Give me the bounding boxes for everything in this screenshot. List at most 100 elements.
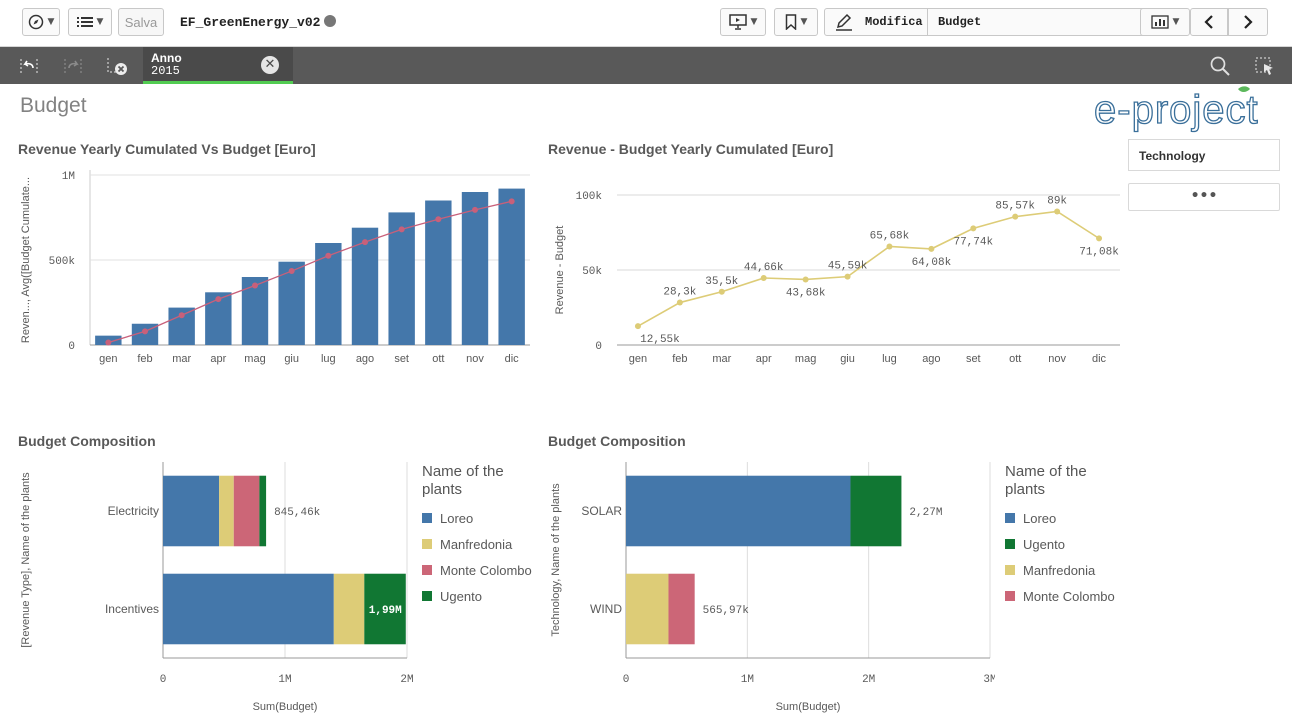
x-tick-label: gen <box>99 353 117 365</box>
search-icon[interactable] <box>1209 55 1231 77</box>
legend-item-monte-colombo[interactable]: Monte Colombo <box>422 557 532 583</box>
composition-revenue-type-chart[interactable]: 0 1M 2M Sum(Budget) [Revenue Type], Name of … <box>15 450 420 718</box>
budget-point-gen <box>105 339 112 346</box>
y-tick-label: 500k <box>49 256 76 268</box>
total-label: 565,97k <box>703 605 750 617</box>
legend-items: Loreo Ugento Manfredonia Monte Colombo <box>1005 505 1115 609</box>
data-label: 64,08k <box>912 257 952 269</box>
legend-swatch <box>422 565 432 575</box>
company-logo: e-project <box>1093 86 1259 133</box>
storytelling-button[interactable]: ▼ <box>720 8 766 36</box>
point-dic <box>1096 235 1103 242</box>
x-tick-label: nov <box>466 353 484 365</box>
budget-point-nov <box>472 206 478 213</box>
legend-item-manfredonia[interactable]: Manfredonia <box>1005 557 1115 583</box>
selections-bar: Anno 2015 ✕ <box>0 47 1292 84</box>
sheet-menu-button[interactable]: ▼ <box>1140 8 1190 36</box>
point-apr <box>760 275 767 282</box>
difference-line <box>637 210 1100 327</box>
app-overview-button[interactable]: ▼ <box>68 8 112 36</box>
legend-item-ugento[interactable]: Ugento <box>422 583 532 609</box>
category-label: Electricity <box>108 504 159 518</box>
x-tick-label: dic <box>505 353 520 365</box>
legend-item-loreo[interactable]: Loreo <box>1005 505 1115 531</box>
bookmark-icon <box>785 14 796 30</box>
x-tick-label: ott <box>1009 353 1021 365</box>
point-feb <box>676 299 683 306</box>
legend-item-monte-colombo[interactable]: Monte Colombo <box>1005 583 1115 609</box>
chart4-legend: Name of the plants Loreo Ugento Manfredoni… <box>1005 463 1115 609</box>
x-tick-label: 0 <box>623 674 630 686</box>
x-tick-label: feb <box>137 353 152 365</box>
chart2-title: Revenue - Budget Yearly Cumulated [Euro] <box>548 141 834 157</box>
data-label: 85,57k <box>995 201 1035 213</box>
x-tick-label: apr <box>756 353 772 365</box>
clear-selection-icon[interactable]: ✕ <box>261 56 279 74</box>
logo-text: e-project <box>1094 88 1259 132</box>
bar-segment-monte-colombo <box>668 573 695 645</box>
y-tick-label: 0 <box>68 341 75 353</box>
x-tick-label: mag <box>795 353 816 365</box>
x-axis-title: Sum(Budget) <box>253 701 318 713</box>
clear-all-icon[interactable] <box>106 56 128 76</box>
legend-swatch <box>422 591 432 601</box>
category-label: Incentives <box>105 602 159 616</box>
navigation-menu-button[interactable]: ▼ <box>22 8 60 36</box>
point-ott <box>1012 213 1019 220</box>
edit-button[interactable]: Modifica <box>824 8 928 36</box>
selections-tool-icon[interactable] <box>1254 56 1276 76</box>
data-label: 65,68k <box>870 230 910 242</box>
legend-title: Name of the plants <box>1005 463 1087 498</box>
selection-chip[interactable]: Anno 2015 ✕ <box>143 47 293 84</box>
legend-label: Manfredonia <box>1023 562 1096 578</box>
x-tick-label: lug <box>882 353 897 365</box>
x-tick-label: 1M <box>741 674 754 686</box>
difference-line-chart[interactable]: 0 50k 100k Revenue - Budget gen 12,55k feb 28,3… <box>545 160 1125 385</box>
bar-segment-manfredonia <box>219 475 234 547</box>
bookmarks-button[interactable]: ▼ <box>774 8 818 36</box>
budget-point-ago <box>362 239 368 246</box>
y-tick-label: 0 <box>595 341 602 353</box>
bar-segment-monte-colombo <box>233 475 260 547</box>
composition-technology-chart[interactable]: 0 1M 2M 3M Sum(Budget) Technology, Name of th… <box>545 450 995 718</box>
step-forward-icon[interactable] <box>62 56 84 76</box>
next-sheet-button[interactable] <box>1228 8 1268 36</box>
legend-item-loreo[interactable]: Loreo <box>422 505 532 531</box>
save-button[interactable]: Salva <box>118 8 164 36</box>
budget-point-set <box>398 226 405 233</box>
x-tick-label: 2M <box>862 674 875 686</box>
budget-point-feb <box>142 328 148 335</box>
data-label: 35,5k <box>705 276 738 288</box>
bar-segment-ugento <box>850 475 902 547</box>
bar-nov <box>461 192 489 345</box>
total-label: 2,27M <box>909 507 942 519</box>
x-tick-label: giu <box>284 353 299 365</box>
legend-swatch <box>1005 565 1015 575</box>
point-ago <box>928 245 935 252</box>
total-label: 1,99M <box>369 605 402 617</box>
cumulated-bar-chart[interactable]: 0 500k 1M Reven..., Avg([Budget Cumulate...… <box>15 160 535 385</box>
more-filters-button[interactable]: ••• <box>1128 183 1280 211</box>
step-back-icon[interactable] <box>18 56 40 76</box>
legend-label: Monte Colombo <box>440 562 532 578</box>
x-tick-label: feb <box>672 353 687 365</box>
more-icon: ••• <box>1190 188 1218 204</box>
x-tick-label: giu <box>840 353 855 365</box>
x-tick-label: 0 <box>160 674 167 686</box>
x-tick-label: lug <box>321 353 336 365</box>
previous-sheet-button[interactable] <box>1190 8 1228 36</box>
legend-item-manfredonia[interactable]: Manfredonia <box>422 531 532 557</box>
legend-label: Ugento <box>1023 536 1065 552</box>
technology-filter-label: Technology <box>1139 149 1206 163</box>
technology-filter[interactable]: Technology <box>1128 139 1280 171</box>
legend-item-ugento[interactable]: Ugento <box>1005 531 1115 557</box>
point-gen <box>634 323 641 330</box>
chart4-title: Budget Composition <box>548 433 686 449</box>
chart-icon <box>1150 15 1169 29</box>
data-label: 43,68k <box>786 287 826 299</box>
x-axis-title: Sum(Budget) <box>776 701 841 713</box>
x-tick-label: ott <box>432 353 444 365</box>
bar-segment-loreo <box>626 475 851 547</box>
bar-segment-ugento <box>259 475 267 547</box>
data-label: 45,59k <box>828 261 868 273</box>
